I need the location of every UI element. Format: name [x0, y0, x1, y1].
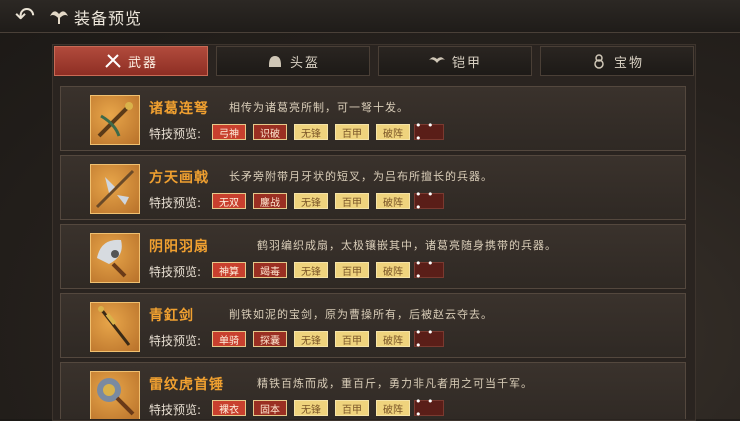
- skill-badge[interactable]: 百甲: [335, 193, 369, 209]
- skill-badge[interactable]: 百甲: [335, 331, 369, 347]
- item-name: 方天画戟: [149, 170, 209, 186]
- tab-label: 铠甲: [451, 55, 482, 71]
- skill-badge[interactable]: 鏖战: [253, 193, 287, 209]
- more-button[interactable]: • • •: [414, 395, 444, 419]
- list-item: 方天画戟 长矛旁附带月牙状的短叉，为吕布所擅长的兵器。 特技预览: 无双 鏖战 …: [60, 155, 686, 220]
- helmet-icon: [268, 56, 281, 67]
- skill-badge[interactable]: 探囊: [253, 331, 287, 347]
- page-title: 装备预览: [74, 9, 143, 28]
- more-button[interactable]: • • •: [414, 119, 444, 145]
- armor-icon: [428, 57, 445, 63]
- list-item: 青釭剑 削铁如泥的宝剑，原为曹操所有，后被赵云夺去。 特技预览: 单骑 探囊 无…: [60, 293, 686, 358]
- item-description: 削铁如泥的宝剑，原为曹操所有，后被赵云夺去。: [229, 308, 493, 321]
- skill-label: 特技预览:: [149, 127, 202, 141]
- halberd-icon[interactable]: [90, 164, 140, 214]
- skill-badge[interactable]: 无锋: [294, 193, 328, 209]
- item-description: 精铁百炼而成，重百斤，勇力非凡者用之可当千军。: [257, 377, 533, 390]
- sword-icon[interactable]: [90, 302, 140, 352]
- item-description: 相传为诸葛亮所制，可一弩十发。: [229, 101, 409, 114]
- item-description: 长矛旁附带月牙状的短叉，为吕布所擅长的兵器。: [229, 170, 493, 183]
- skill-badge[interactable]: 无锋: [294, 124, 328, 140]
- skill-label: 特技预览:: [149, 403, 202, 417]
- item-description: 鹤羽编织成扇，太极镶嵌其中，诸葛亮随身携带的兵器。: [257, 239, 557, 252]
- skill-badge[interactable]: 百甲: [335, 262, 369, 278]
- category-tabs: 武器 头盔 铠甲 宝物: [54, 46, 694, 76]
- more-button[interactable]: • • •: [414, 188, 444, 214]
- skill-badge[interactable]: 无锋: [294, 400, 328, 416]
- skill-badge[interactable]: 神算: [212, 262, 246, 278]
- back-arrow-icon[interactable]: ↶: [8, 3, 42, 29]
- tab-helmet[interactable]: 头盔: [216, 46, 370, 76]
- skill-badge[interactable]: 无双: [212, 193, 246, 209]
- skill-label: 特技预览:: [149, 196, 202, 210]
- feather-fan-icon[interactable]: [90, 233, 140, 283]
- skill-badge[interactable]: 百甲: [335, 124, 369, 140]
- equipment-list: 诸葛连弩 相传为诸葛亮所制，可一弩十发。 特技预览: 弓神 识破 无锋 百甲 破…: [60, 84, 686, 419]
- more-button[interactable]: • • •: [414, 257, 444, 283]
- skill-badge[interactable]: 破阵: [376, 193, 410, 209]
- more-button[interactable]: • • •: [414, 326, 444, 352]
- skill-badge[interactable]: 固本: [253, 400, 287, 416]
- ornament-icon: [50, 11, 68, 24]
- skill-label: 特技预览:: [149, 265, 202, 279]
- skill-badge[interactable]: 无锋: [294, 262, 328, 278]
- crossed-swords-icon: [105, 54, 121, 68]
- list-item: 阴阳羽扇 鹤羽编织成扇，太极镶嵌其中，诸葛亮随身携带的兵器。 特技预览: 神算 …: [60, 224, 686, 289]
- skill-badge[interactable]: 破阵: [376, 262, 410, 278]
- skill-badge[interactable]: 竭毒: [253, 262, 287, 278]
- skill-badge[interactable]: 弓神: [212, 124, 246, 140]
- hammer-icon[interactable]: [90, 371, 140, 419]
- skill-badge[interactable]: 破阵: [376, 400, 410, 416]
- skill-badge[interactable]: 单骑: [212, 331, 246, 347]
- tab-weapon[interactable]: 武器: [54, 46, 208, 76]
- tab-treasure[interactable]: 宝物: [540, 46, 694, 76]
- top-bar: ↶ 装备预览: [0, 0, 740, 33]
- item-name: 诸葛连弩: [149, 101, 209, 117]
- skill-badge[interactable]: 破阵: [376, 124, 410, 140]
- item-name: 青釭剑: [149, 308, 194, 324]
- skill-badge[interactable]: 无锋: [294, 331, 328, 347]
- item-name: 雷纹虎首锤: [149, 377, 224, 393]
- skill-badge[interactable]: 裸衣: [212, 400, 246, 416]
- gourd-icon: [594, 54, 604, 69]
- tab-label: 武器: [127, 55, 158, 71]
- item-name: 阴阳羽扇: [149, 239, 209, 255]
- skill-badge[interactable]: 百甲: [335, 400, 369, 416]
- tab-armor[interactable]: 铠甲: [378, 46, 532, 76]
- tab-label: 宝物: [613, 55, 644, 71]
- skill-badge[interactable]: 识破: [253, 124, 287, 140]
- skill-badge[interactable]: 破阵: [376, 331, 410, 347]
- tab-label: 头盔: [289, 55, 320, 71]
- crossbow-icon[interactable]: [90, 95, 140, 145]
- list-item: 诸葛连弩 相传为诸葛亮所制，可一弩十发。 特技预览: 弓神 识破 无锋 百甲 破…: [60, 86, 686, 151]
- skill-label: 特技预览:: [149, 334, 202, 348]
- list-item: 雷纹虎首锤 精铁百炼而成，重百斤，勇力非凡者用之可当千军。 特技预览: 裸衣 固…: [60, 362, 686, 419]
